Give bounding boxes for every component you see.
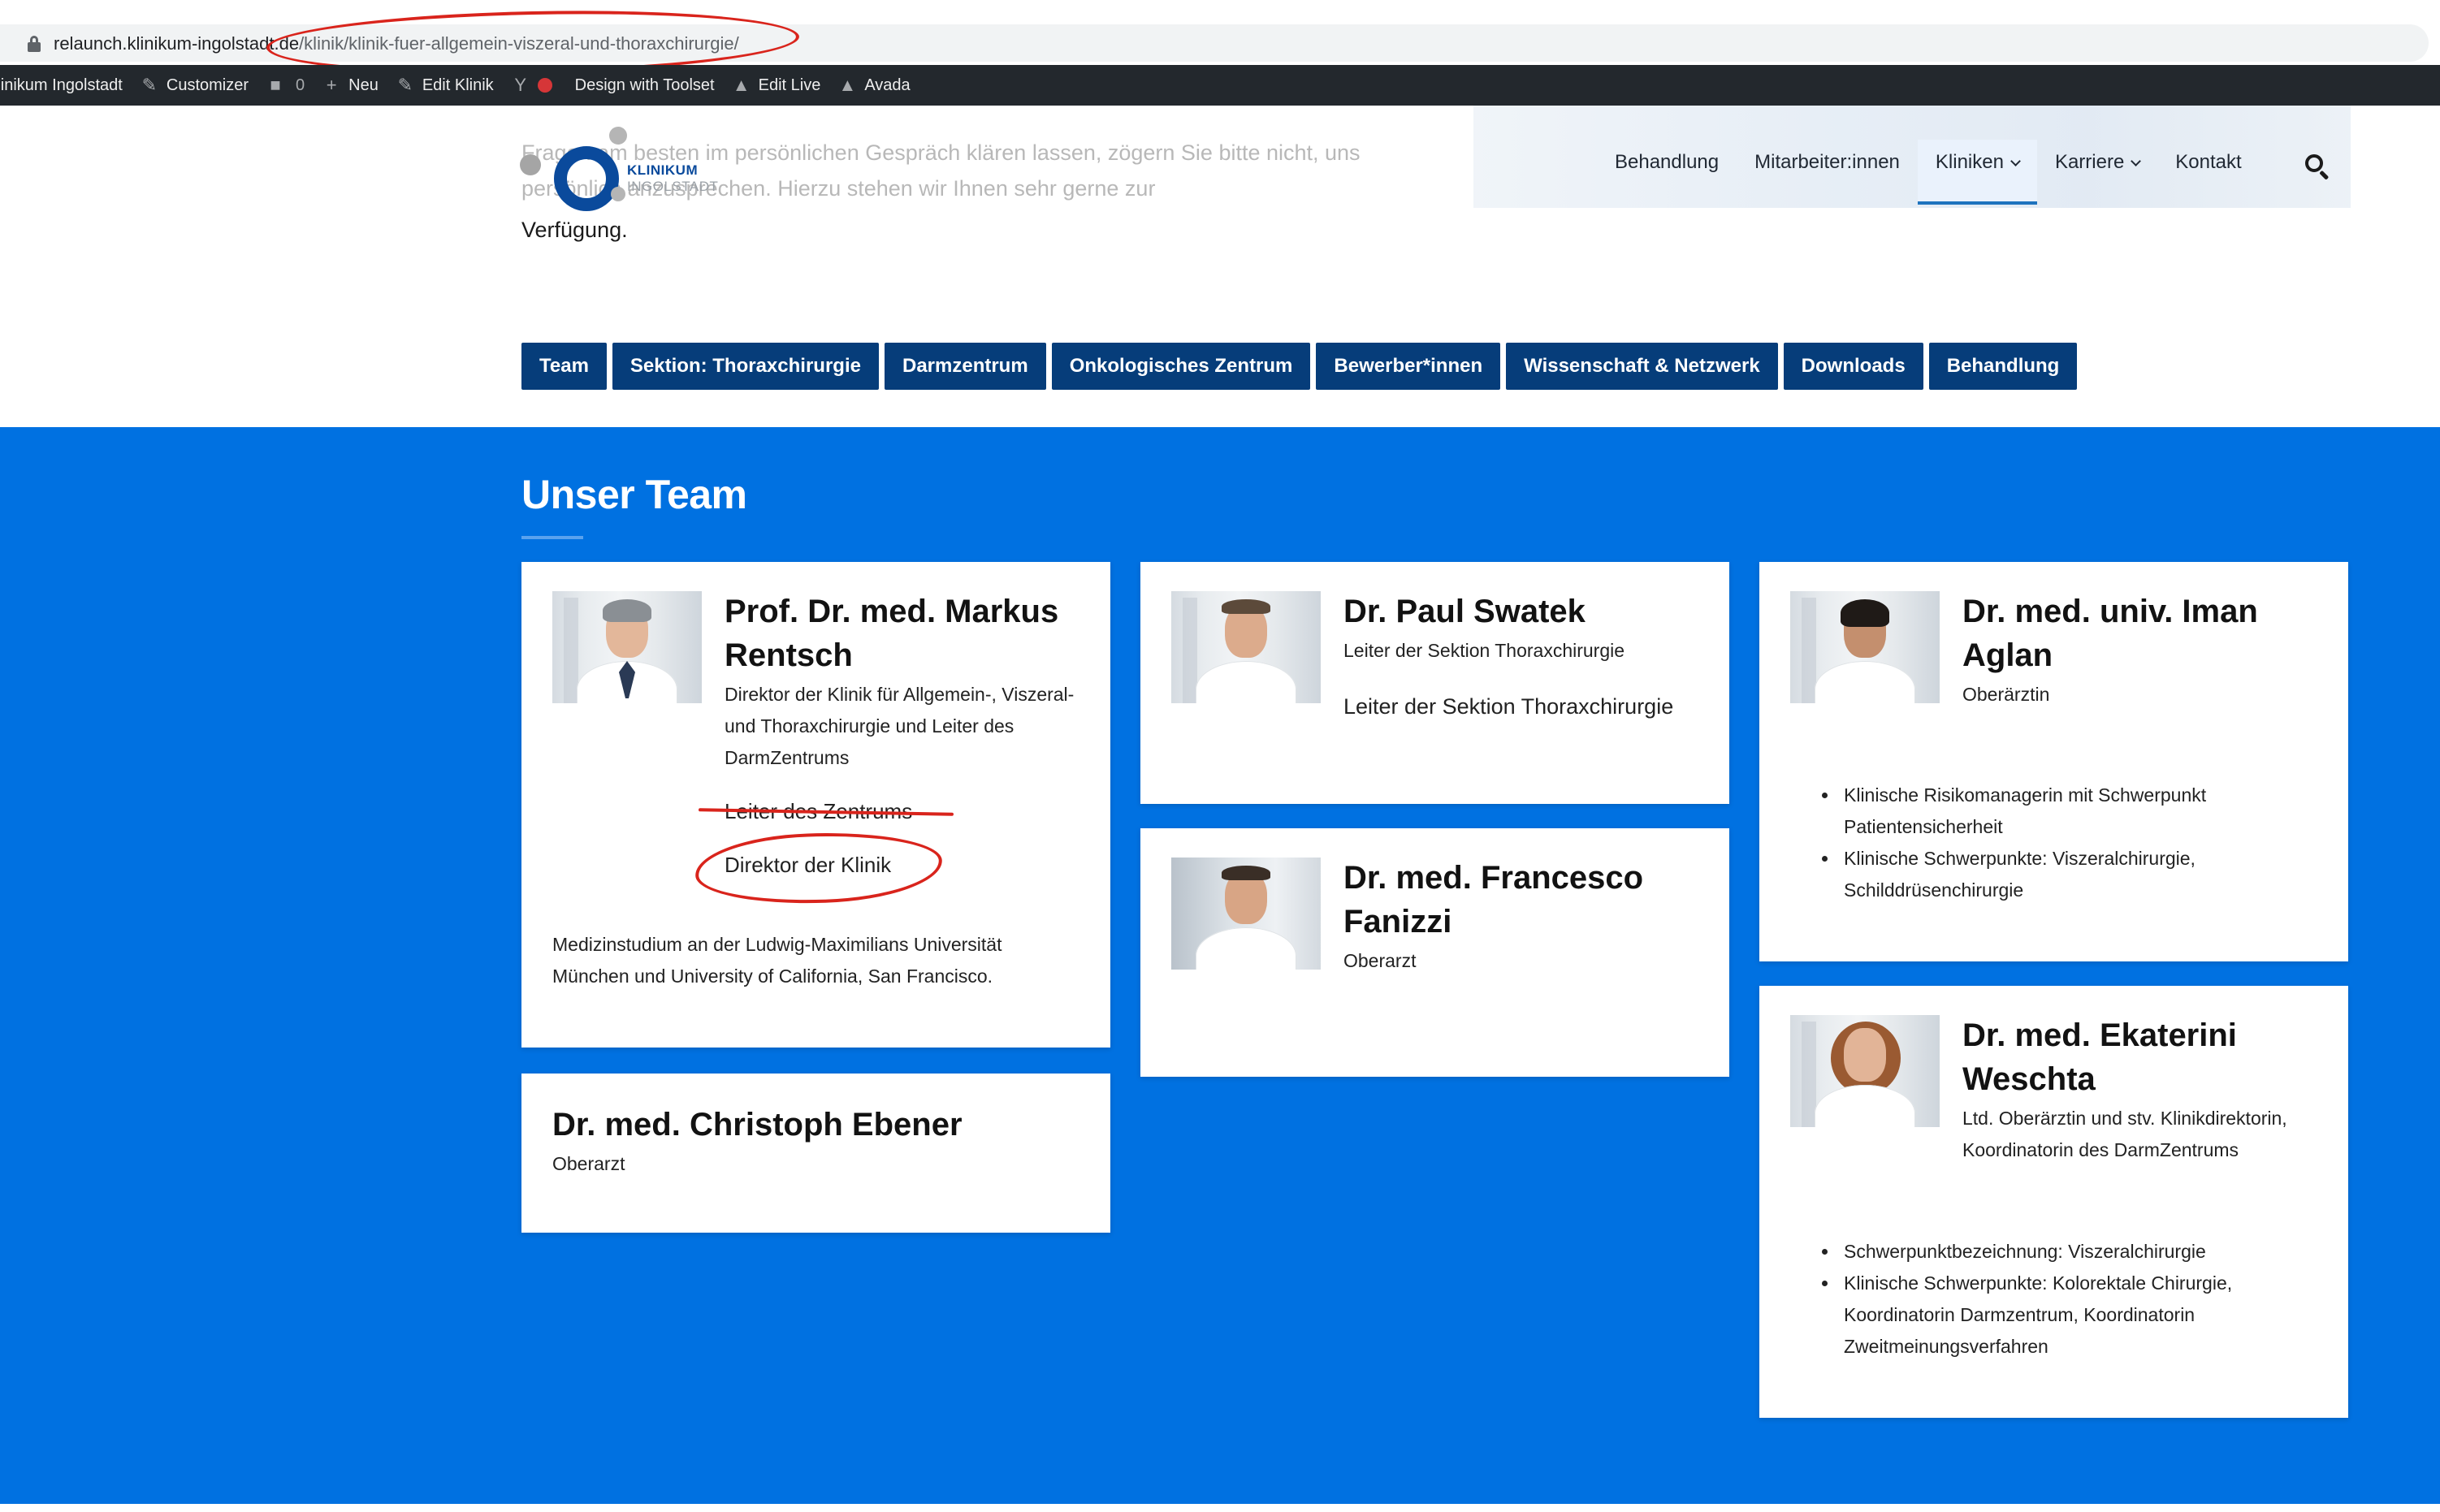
adminbar-edit[interactable]: ✎ Edit Klinik bbox=[387, 65, 503, 106]
seo-status-dot bbox=[537, 78, 552, 93]
tab-wissenschaft[interactable]: Wissenschaft & Netzwerk bbox=[1506, 343, 1778, 390]
avada-icon: ▲ bbox=[732, 75, 751, 95]
nav-mitarbeiter[interactable]: Mitarbeiter:innen bbox=[1737, 140, 1918, 205]
logo-dot bbox=[611, 187, 625, 201]
adminbar-site-label: Klinikum Ingolstadt bbox=[0, 76, 123, 94]
member-role: Ltd. Oberärztin und stv. Klinikdirektori… bbox=[1962, 1108, 2287, 1160]
portrait-photo bbox=[1790, 591, 1940, 703]
team-card-aglan: Dr. med. univ. Iman Aglan Oberärztin Kli… bbox=[1759, 562, 2348, 961]
annotation-oval bbox=[694, 828, 944, 908]
section-tabs: Team Sektion: Thoraxchirurgie Darmzentru… bbox=[521, 343, 2078, 390]
logo-ring bbox=[554, 146, 619, 211]
intro-text-last-line: Verfügung. bbox=[521, 218, 628, 242]
nav-kontakt[interactable]: Kontakt bbox=[2157, 140, 2259, 205]
lock-icon[interactable] bbox=[28, 36, 41, 52]
team-card-fanizzi: Dr. med. Francesco Fanizzi Oberarzt bbox=[1140, 828, 1729, 1077]
member-role: Oberärztin bbox=[1962, 684, 2050, 705]
member-bio: Medizinstudium an der Ludwig-Maximilians… bbox=[552, 934, 1002, 987]
browser-address-bar: relaunch.klinikum-ingolstadt.de/klinik/k… bbox=[0, 0, 2440, 79]
adminbar-avada-label: Avada bbox=[864, 76, 911, 94]
tab-onkologisches-zentrum[interactable]: Onkologisches Zentrum bbox=[1051, 343, 1311, 390]
list-item: Klinische Risikomanagerin mit Schwerpunk… bbox=[1839, 780, 2308, 843]
adminbar-edit-live-label: Edit Live bbox=[758, 76, 821, 94]
tab-behandlung[interactable]: Behandlung bbox=[1928, 343, 2078, 390]
adminbar-edit-label: Edit Klinik bbox=[422, 76, 494, 94]
adminbar-customizer-label: Customizer bbox=[166, 76, 249, 94]
member-role: Oberarzt bbox=[552, 1153, 625, 1174]
member-role: Direktor der Klinik für Allgemein-, Visz… bbox=[725, 684, 1075, 768]
member-name: Dr. med. univ. Iman Aglan bbox=[1962, 594, 2258, 673]
adminbar-toolset-label: Design with Toolset bbox=[574, 76, 715, 94]
nav-label: Behandlung bbox=[1615, 151, 1720, 173]
tab-thoraxchirurgie[interactable]: Sektion: Thoraxchirurgie bbox=[612, 343, 879, 390]
portrait-photo bbox=[1790, 1015, 1940, 1127]
team-card-weschta: Dr. med. Ekaterini Weschta Ltd. Oberärzt… bbox=[1759, 986, 2348, 1418]
section-title: Unser Team bbox=[521, 472, 747, 517]
member-focus-list: Klinische Risikomanagerin mit Schwerpunk… bbox=[1821, 780, 2308, 906]
tab-darmzentrum[interactable]: Darmzentrum bbox=[884, 343, 1046, 390]
portrait-photo bbox=[1171, 591, 1321, 703]
pencil-icon: ✎ bbox=[397, 75, 413, 95]
nav-label: Kliniken bbox=[1935, 151, 2004, 173]
nav-label: Kontakt bbox=[2175, 151, 2242, 173]
portrait-photo bbox=[1171, 858, 1321, 970]
logo-text-klinikum: KLINIKUM bbox=[627, 162, 699, 178]
adminbar-customizer[interactable]: ✎ Customizer bbox=[132, 65, 257, 106]
site-logo[interactable]: KLINIKUM INGOLSTADT bbox=[520, 123, 731, 213]
adminbar-avada[interactable]: ▲ Avada bbox=[829, 65, 919, 106]
adminbar-site[interactable]: Klinikum Ingolstadt bbox=[0, 65, 132, 106]
list-item: Klinische Schwerpunkte: Viszeralchirurgi… bbox=[1839, 843, 2308, 906]
nav-karriere[interactable]: Karriere bbox=[2037, 140, 2157, 205]
team-card-ebener: Dr. med. Christoph Ebener Oberarzt bbox=[521, 1074, 1110, 1233]
tab-bewerber[interactable]: Bewerber*innen bbox=[1316, 343, 1501, 390]
adminbar-edit-live[interactable]: ▲ Edit Live bbox=[724, 65, 830, 106]
chevron-down-icon bbox=[2010, 156, 2021, 166]
title-underline bbox=[521, 536, 583, 539]
chevron-down-icon bbox=[2131, 156, 2142, 166]
member-role: Oberarzt bbox=[1343, 950, 1417, 971]
member-name: Dr. med. Christoph Ebener bbox=[552, 1107, 963, 1143]
tab-downloads[interactable]: Downloads bbox=[1783, 343, 1923, 390]
member-role: Leiter der Sektion Thoraxchirurgie bbox=[1343, 640, 1625, 661]
member-name: Prof. Dr. med. Markus Rentsch bbox=[725, 594, 1059, 673]
adminbar-new-label: Neu bbox=[348, 76, 379, 94]
avada-logo-icon: ▲ bbox=[838, 75, 857, 95]
member-name: Dr. Paul Swatek bbox=[1343, 594, 1586, 629]
plus-icon: + bbox=[326, 75, 337, 95]
brush-icon: ✎ bbox=[141, 75, 158, 95]
adminbar-comment-count: 0 bbox=[296, 76, 305, 94]
comment-icon: ■ bbox=[270, 75, 281, 95]
nav-kliniken[interactable]: Kliniken bbox=[1917, 140, 2037, 205]
adminbar-toolset[interactable]: Y Design with Toolset bbox=[503, 65, 724, 106]
nav-label: Karriere bbox=[2054, 151, 2125, 173]
member-extra: Leiter der Sektion Thoraxchirurgie bbox=[1343, 694, 1674, 719]
member-focus-list: Schwerpunktbezeichnung: Viszeralchirurgi… bbox=[1821, 1236, 2308, 1363]
list-item: Schwerpunktbezeichnung: Viszeralchirurgi… bbox=[1839, 1236, 2308, 1268]
adminbar-comments[interactable]: ■ 0 bbox=[257, 65, 314, 106]
adminbar-new[interactable]: + Neu bbox=[314, 65, 387, 106]
list-item: Klinische Schwerpunkte: Kolorektale Chir… bbox=[1839, 1268, 2308, 1363]
member-name: Dr. med. Ekaterini Weschta bbox=[1962, 1017, 2237, 1097]
main-navigation: Behandlung Mitarbeiter:innen Kliniken Ka… bbox=[1597, 140, 2260, 205]
yoast-icon: Y bbox=[514, 75, 526, 95]
nav-label: Mitarbeiter:innen bbox=[1754, 151, 1900, 173]
wp-admin-bar: Klinikum Ingolstadt ✎Customizer ■0 +Neu … bbox=[0, 65, 2440, 106]
nav-behandlung[interactable]: Behandlung bbox=[1597, 140, 1737, 205]
tab-team[interactable]: Team bbox=[521, 343, 607, 390]
member-name: Dr. med. Francesco Fanizzi bbox=[1343, 860, 1644, 940]
logo-text-ingolstadt: INGOLSTADT bbox=[627, 179, 719, 194]
logo-dot bbox=[520, 154, 541, 175]
team-card-rentsch: Prof. Dr. med. Markus Rentsch Direktor d… bbox=[521, 562, 1110, 1048]
url-host: relaunch.klinikum-ingolstadt.de bbox=[54, 33, 300, 54]
portrait-photo bbox=[552, 591, 702, 703]
search-icon[interactable] bbox=[2305, 154, 2330, 180]
team-card-swatek: Dr. Paul Swatek Leiter der Sektion Thora… bbox=[1140, 562, 1729, 804]
logo-dot bbox=[609, 127, 627, 145]
